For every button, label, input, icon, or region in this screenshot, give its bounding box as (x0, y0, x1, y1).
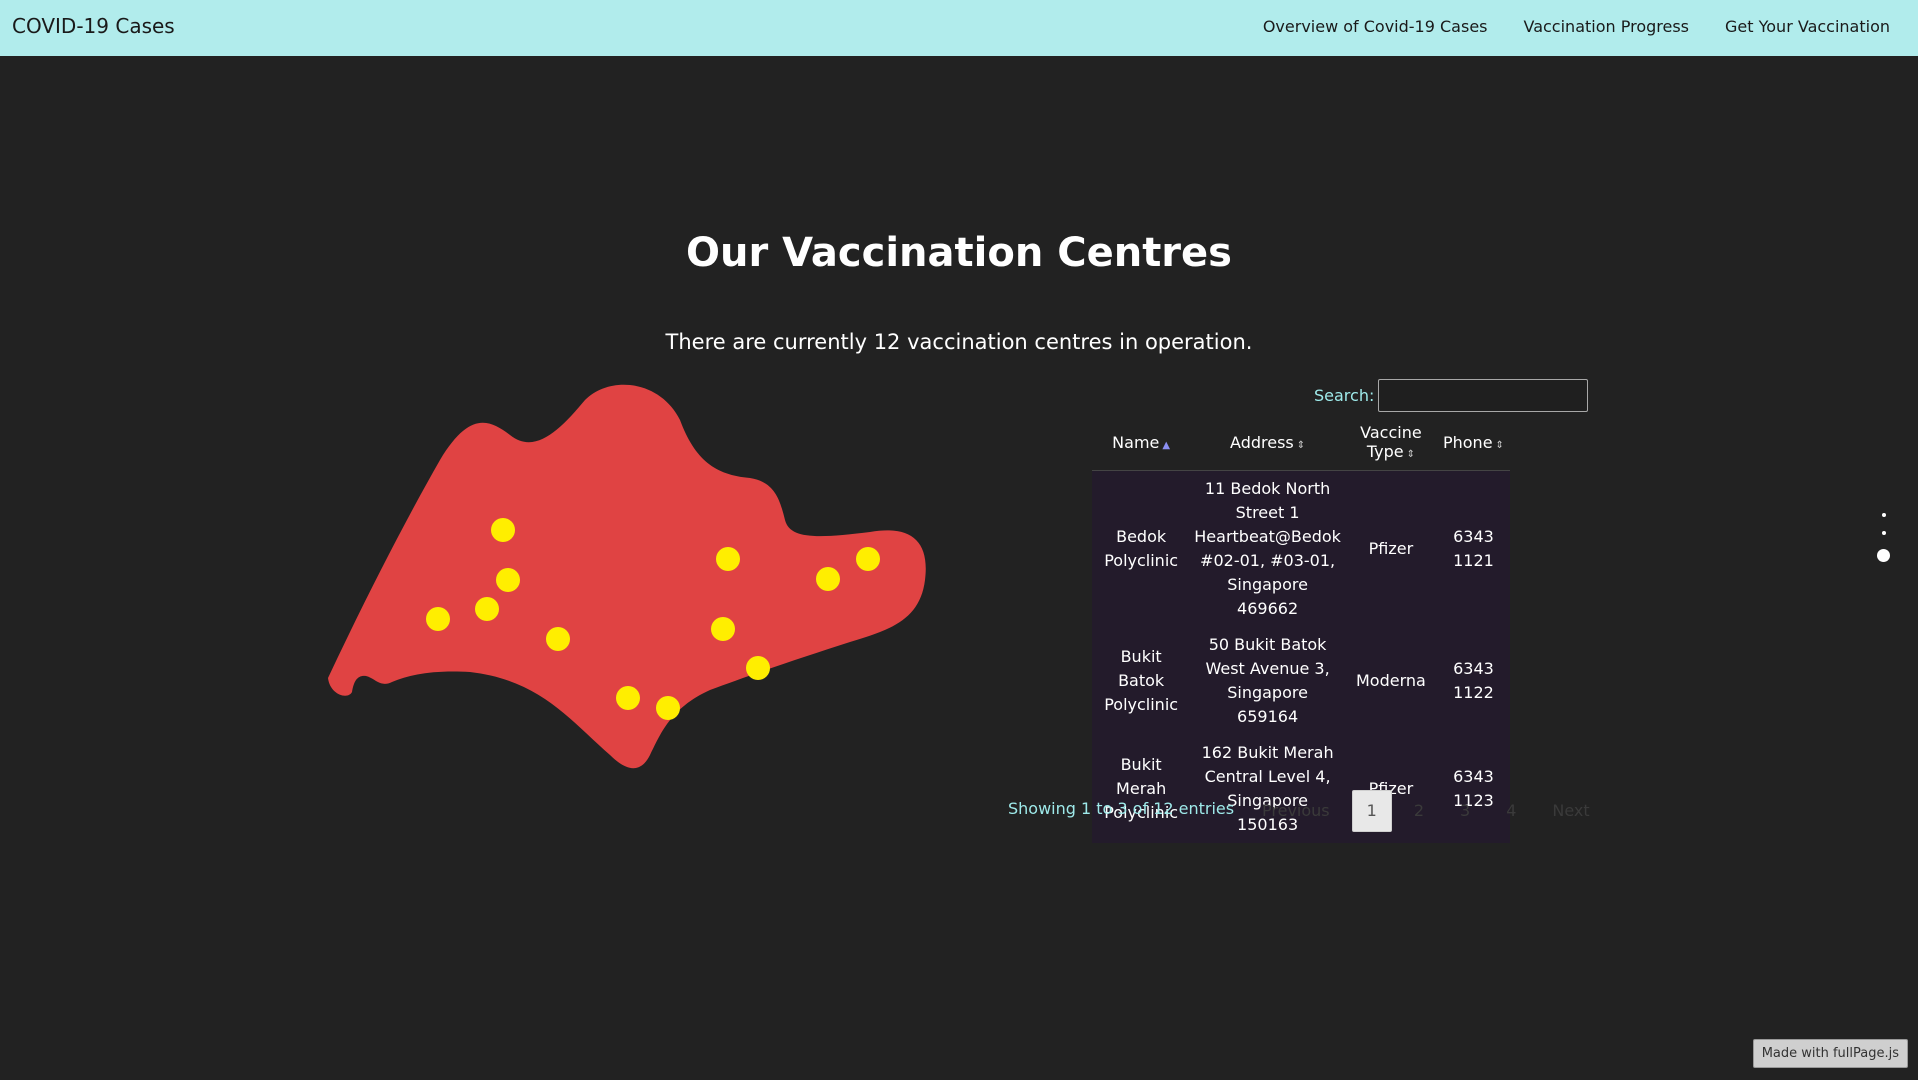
centre-marker[interactable] (716, 547, 740, 571)
search-label: Search: (1314, 386, 1375, 405)
sort-icon: ⇕ (1406, 449, 1415, 460)
cell-address: 50 Bukit Batok West Avenue 3, Singapore … (1190, 627, 1345, 735)
vaccination-centres-table: Name ▲ Address ⇕ Vaccine Type ⇕ Phone ⇕ Bedo… (1092, 414, 1510, 843)
brand-title[interactable]: COVID-19 Cases (12, 14, 175, 38)
nav-link-overview[interactable]: Overview of Covid-19 Cases (1263, 17, 1488, 36)
cell-name: Bukit Batok Polyclinic (1092, 627, 1191, 735)
singapore-map (328, 384, 926, 769)
column-header-vaccine-type[interactable]: Vaccine Type ⇕ (1344, 414, 1437, 471)
centre-marker[interactable] (491, 518, 515, 542)
page-button-2[interactable]: 2 (1396, 791, 1442, 831)
centre-marker[interactable] (546, 627, 570, 651)
section-dot-1[interactable] (1881, 513, 1886, 517)
table-info: Showing 1 to 3 of 12 entries (1008, 799, 1235, 818)
table-search: Search: (1314, 379, 1589, 412)
table-row: Bedok Polyclinic 11 Bedok North Street 1… (1092, 470, 1510, 627)
cell-address: 11 Bedok North Street 1 Heartbeat@Bedok … (1190, 470, 1345, 627)
section-nav-dots (1877, 513, 1890, 562)
sort-icon: ⇕ (1495, 439, 1504, 451)
cell-name: Bukit Merah Polyclinic (1092, 735, 1191, 843)
column-header-phone[interactable]: Phone ⇕ (1436, 414, 1510, 471)
table-row: Bukit Batok Polyclinic 50 Bukit Batok We… (1092, 627, 1510, 735)
centre-marker[interactable] (856, 547, 880, 571)
next-page-button[interactable]: Next (1534, 791, 1607, 831)
centre-marker[interactable] (475, 597, 499, 621)
centre-marker[interactable] (711, 617, 735, 641)
previous-page-button[interactable]: Previous (1244, 791, 1348, 831)
cell-vaccine-type: Pfizer (1344, 470, 1437, 627)
centre-marker[interactable] (746, 656, 770, 680)
cell-phone: 6343 1121 (1436, 470, 1510, 627)
page-button-4[interactable]: 4 (1488, 791, 1534, 831)
page-button-3[interactable]: 3 (1442, 791, 1488, 831)
sort-icon: ⇕ (1296, 439, 1306, 451)
cell-vaccine-type: Moderna (1344, 627, 1437, 735)
column-label: Phone (1442, 432, 1493, 452)
centre-marker[interactable] (496, 568, 520, 592)
section-dot-2[interactable] (1881, 531, 1886, 535)
nav-link-get-vaccination[interactable]: Get Your Vaccination (1725, 17, 1890, 36)
pagination: Previous 1 2 3 4 Next (1244, 790, 1608, 832)
centre-marker[interactable] (656, 696, 680, 720)
centre-marker[interactable] (816, 567, 840, 591)
section-title: Our Vaccination Centres (686, 230, 1232, 276)
search-input[interactable] (1378, 379, 1589, 412)
cell-phone: 6343 1122 (1436, 627, 1510, 735)
table-header-row: Name ▲ Address ⇕ Vaccine Type ⇕ Phone ⇕ (1092, 414, 1510, 471)
section-subtitle: There are currently 12 vaccination centr… (665, 330, 1253, 354)
centre-marker[interactable] (426, 607, 450, 631)
nav-link-vaccination-progress[interactable]: Vaccination Progress (1524, 17, 1690, 36)
main-nav: Overview of Covid-19 Cases Vaccination P… (1263, 17, 1890, 36)
centre-marker[interactable] (616, 686, 640, 710)
column-label: Name (1112, 432, 1160, 452)
sort-ascending-icon: ▲ (1162, 439, 1171, 451)
column-header-address[interactable]: Address ⇕ (1190, 414, 1345, 471)
column-label: Address (1230, 432, 1294, 452)
column-header-name[interactable]: Name ▲ (1092, 414, 1191, 471)
cell-name: Bedok Polyclinic (1092, 470, 1191, 627)
page-button-1[interactable]: 1 (1351, 790, 1392, 832)
fullpage-credit-badge[interactable]: Made with fullPage.js (1752, 1039, 1908, 1068)
top-navbar: COVID-19 Cases Overview of Covid-19 Case… (0, 0, 1918, 56)
section-dot-3-active[interactable] (1877, 549, 1890, 562)
